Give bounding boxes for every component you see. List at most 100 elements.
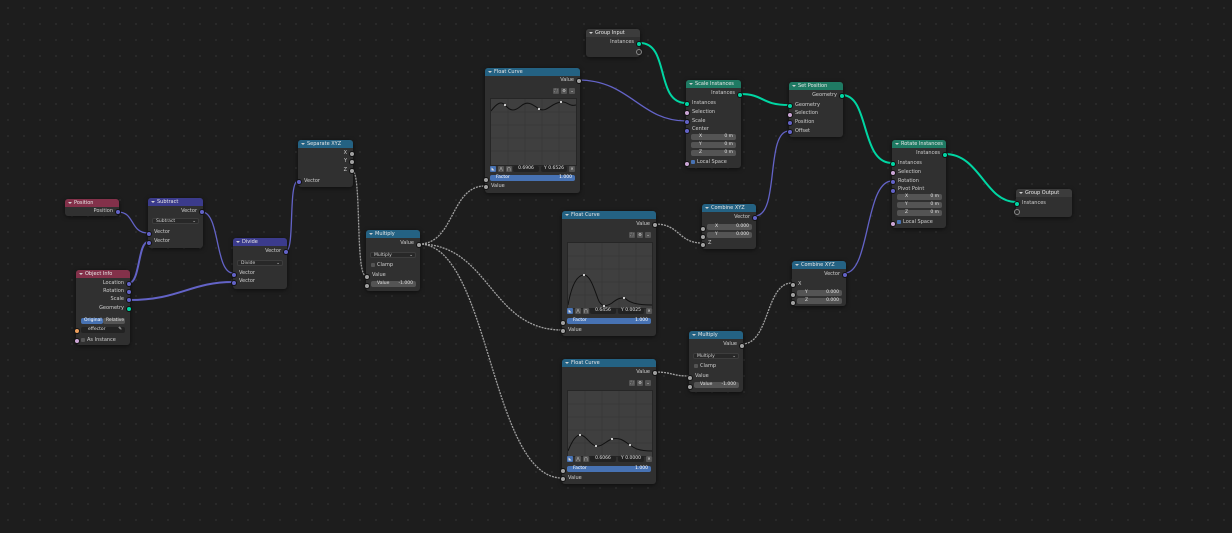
geometry-output-socket[interactable] <box>126 306 132 312</box>
y-field[interactable]: Y 0.000 <box>707 232 752 238</box>
y-input-socket[interactable] <box>700 234 706 240</box>
node-title[interactable]: Scale Instances <box>686 80 741 88</box>
local-space-checkbox[interactable] <box>691 160 695 164</box>
factor-input-socket[interactable] <box>560 468 566 474</box>
instances-output-socket[interactable] <box>942 152 948 158</box>
clamp-handle-icon[interactable]: ⋂ <box>583 456 589 462</box>
value-input-socket[interactable] <box>483 184 489 190</box>
rotate-instances-node[interactable]: Rotate Instances Instances Instances Sel… <box>890 140 948 228</box>
relative-button[interactable]: Relative <box>103 318 125 324</box>
vector-input-socket[interactable] <box>146 240 152 246</box>
z-output-socket[interactable] <box>349 168 355 174</box>
node-title[interactable]: Group Output <box>1016 189 1072 197</box>
combine-xyz-node-2[interactable]: Combine XYZ Vector X Y 0.000 Z 0.000 <box>790 261 848 306</box>
value-input-socket[interactable] <box>560 476 566 482</box>
operation-dropdown[interactable]: Divide ⌄ <box>237 260 283 266</box>
factor-input-socket[interactable] <box>560 320 566 326</box>
local-space-checkbox[interactable] <box>897 220 901 224</box>
node-title[interactable]: Combine XYZ <box>792 261 846 269</box>
object-input-socket[interactable] <box>74 328 80 334</box>
vector-output-socket[interactable] <box>283 249 289 255</box>
instances-input-socket[interactable] <box>1014 201 1020 207</box>
value-output-socket[interactable] <box>416 242 422 248</box>
node-title[interactable]: Group Input <box>586 29 640 37</box>
value-input-socket[interactable] <box>687 375 693 381</box>
position-input-socket[interactable] <box>787 120 793 126</box>
curve-editor[interactable] <box>490 98 577 166</box>
instances-output-socket[interactable] <box>737 92 743 98</box>
node-title[interactable]: Object Info <box>76 270 130 278</box>
float-curve-node-2[interactable]: Float Curve Value ⛶ ⚙ ⌄ ◣ ⋀ ⋂ 0.6456 Y 0… <box>560 211 658 336</box>
group-output-node[interactable]: Group Output Instances <box>1014 189 1072 217</box>
chevron-down-icon[interactable]: ⌄ <box>645 380 651 386</box>
location-output-socket[interactable] <box>126 281 132 287</box>
offset-input-socket[interactable] <box>787 129 793 135</box>
value-output-socket[interactable] <box>652 222 658 228</box>
pivot-z-field[interactable]: Z 0 m <box>897 210 942 216</box>
curve-editor[interactable] <box>567 390 653 457</box>
eyedropper-icon[interactable]: ✎ <box>118 327 122 333</box>
value-field[interactable]: Value -1.000 <box>694 382 739 388</box>
selection-input-socket[interactable] <box>684 110 690 116</box>
set-position-node[interactable]: Set Position Geometry Geometry Selection… <box>787 82 845 137</box>
vector-input-socket[interactable] <box>231 272 237 278</box>
factor-input-socket[interactable] <box>483 177 489 183</box>
group-input-node[interactable]: Group Input Instances <box>586 29 642 57</box>
point-x-field[interactable]: 0.6066 <box>590 456 616 462</box>
point-x-field[interactable]: 0.6456 <box>590 308 616 314</box>
factor-field[interactable]: Factor 1.000 <box>567 318 651 324</box>
zoom-fit-icon[interactable]: ⛶ <box>629 380 635 386</box>
vector-output-socket[interactable] <box>842 272 848 278</box>
operation-dropdown[interactable]: Multiply ⌄ <box>370 252 416 258</box>
empty-output-socket[interactable] <box>636 49 642 55</box>
center-y-field[interactable]: Y 0 m <box>691 142 736 148</box>
settings-icon[interactable]: ⚙ <box>637 380 643 386</box>
float-curve-node-3[interactable]: Float Curve Value ⛶ ⚙ ⌄ ◣ ⋀ ⋂ 0.6066 Y 0… <box>560 359 658 484</box>
zoom-fit-icon[interactable]: ⛶ <box>553 88 559 94</box>
delete-point-icon[interactable]: ✕ <box>646 456 652 462</box>
center-x-field[interactable]: X 0 m <box>691 134 736 140</box>
point-x-field[interactable]: 0.6906 <box>513 166 539 172</box>
y-field[interactable]: Y 0.000 <box>797 290 842 296</box>
value-input-socket[interactable] <box>364 283 370 289</box>
vector-input-socket[interactable] <box>296 179 302 185</box>
vector-output-socket[interactable] <box>199 209 205 215</box>
value-output-socket[interactable] <box>739 343 745 349</box>
vector-input-socket[interactable] <box>146 231 152 237</box>
delete-point-icon[interactable]: ✕ <box>569 166 575 172</box>
operation-dropdown[interactable]: Subtract ⌄ <box>152 218 199 224</box>
factor-field[interactable]: Factor 1.000 <box>490 175 575 181</box>
y-output-socket[interactable] <box>349 159 355 165</box>
point-y-field[interactable]: Y 0.6526 <box>541 166 567 172</box>
chevron-down-icon[interactable]: ⌄ <box>569 88 575 94</box>
node-title[interactable]: Float Curve <box>562 359 656 367</box>
float-curve-node-1[interactable]: Float Curve Value ⛶ ⚙ ⌄ ◣ ⋀ ⋂ 0.6906 Y 0… <box>483 68 582 193</box>
geometry-output-socket[interactable] <box>839 93 845 99</box>
operation-dropdown[interactable]: Multiply ⌄ <box>693 353 739 359</box>
clamp-checkbox[interactable] <box>371 263 375 267</box>
as-instance-input-socket[interactable] <box>74 338 80 344</box>
node-title[interactable]: Multiply <box>689 331 743 339</box>
curve-editor[interactable] <box>567 242 653 309</box>
value-output-socket[interactable] <box>652 370 658 376</box>
pivot-y-field[interactable]: Y 0 m <box>897 202 942 208</box>
value-input-socket[interactable] <box>560 328 566 334</box>
node-title[interactable]: Float Curve <box>562 211 656 219</box>
scale-output-socket[interactable] <box>126 297 132 303</box>
scale-input-socket[interactable] <box>684 119 690 125</box>
rotation-output-socket[interactable] <box>126 289 132 295</box>
position-output-socket[interactable] <box>115 209 121 215</box>
point-y-field[interactable]: Y 0.0000 <box>618 456 644 462</box>
separate-xyz-node[interactable]: Separate XYZ X Y Z Vector <box>296 140 355 187</box>
node-title[interactable]: Multiply <box>366 230 420 238</box>
instances-output-socket[interactable] <box>636 41 642 47</box>
scale-instances-node[interactable]: Scale Instances Instances Instances Sele… <box>684 80 743 168</box>
pivot-x-field[interactable]: X 0 m <box>897 194 942 200</box>
z-input-socket[interactable] <box>790 300 796 306</box>
local-space-input-socket[interactable] <box>684 161 690 167</box>
auto-handle-icon[interactable]: ⋀ <box>575 308 581 314</box>
vector-handle-icon[interactable]: ◣ <box>567 308 573 314</box>
empty-input-socket[interactable] <box>1014 209 1020 215</box>
x-input-socket[interactable] <box>700 226 706 232</box>
vector-input-socket[interactable] <box>231 280 237 286</box>
